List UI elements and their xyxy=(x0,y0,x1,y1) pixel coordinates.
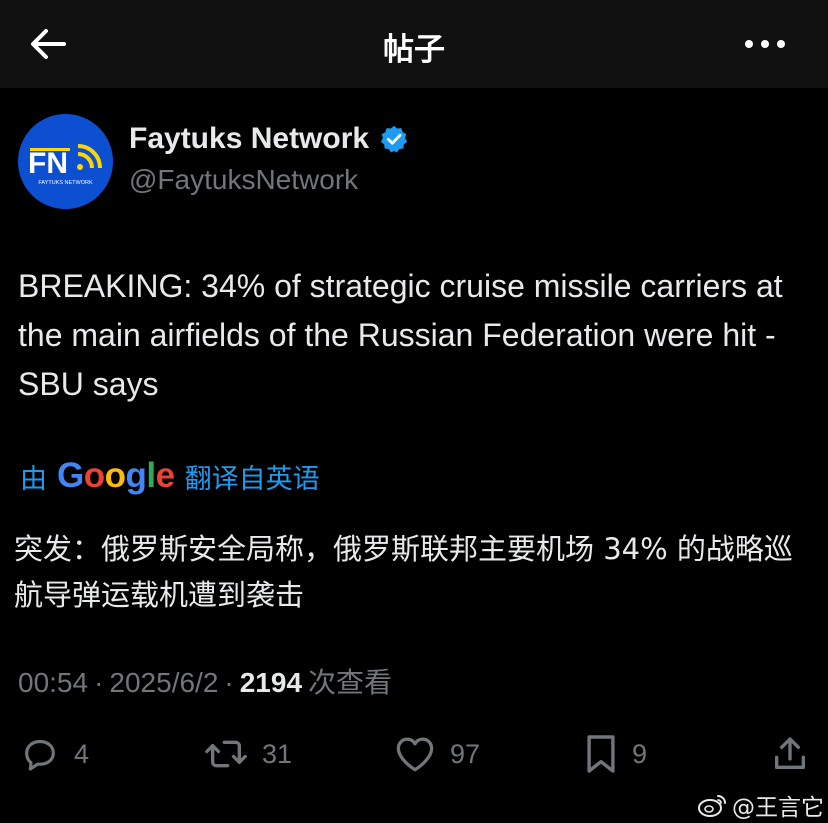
bookmark-icon xyxy=(587,735,615,773)
reply-count: 4 xyxy=(74,738,90,769)
views-count: 2194 xyxy=(239,667,303,698)
faytuks-logo-icon: FN FAYTUKS NETWORK xyxy=(18,114,113,209)
author-name[interactable]: Faytuks Network xyxy=(129,122,369,156)
avatar[interactable]: FN FAYTUKS NETWORK xyxy=(18,114,113,209)
bookmark-count: 9 xyxy=(632,738,648,769)
repost-button[interactable]: 31 xyxy=(204,733,292,775)
views-label: 次查看 xyxy=(308,666,393,699)
translated-text: 突发：俄罗斯安全局称，俄罗斯联邦主要机场 34% 的战略巡航导弹运载机遭到袭击 xyxy=(14,532,793,612)
author-handle[interactable]: @FaytuksNetwork xyxy=(129,164,358,196)
post-detail-screen: 帖子 FN FAYTUKS NETWORK Faytuks Network @F… xyxy=(0,0,828,823)
meta-separator: · xyxy=(94,667,104,698)
avatar-sub-text: FAYTUKS NETWORK xyxy=(38,180,93,186)
reply-button[interactable]: 4 xyxy=(20,733,89,775)
post-time[interactable]: 00:54 xyxy=(18,667,88,699)
page-title: 帖子 xyxy=(383,32,445,68)
bookmark-button[interactable]: 9 xyxy=(584,733,647,775)
like-button[interactable]: 97 xyxy=(394,733,480,775)
meta-separator-2: · xyxy=(224,667,234,698)
google-logo: Google xyxy=(57,456,175,495)
translate-suffix: 翻译自英语 xyxy=(184,463,320,495)
translate-prefix: 由 xyxy=(20,463,47,495)
translation-attribution[interactable]: 由 Google 翻译自英语 xyxy=(20,456,320,496)
watermark-text: @王言它 xyxy=(732,795,824,821)
share-button[interactable] xyxy=(770,733,810,775)
reply-icon xyxy=(25,739,55,771)
like-count: 97 xyxy=(450,738,481,769)
avatar-logo-text: FN xyxy=(28,147,68,180)
weibo-logo-icon xyxy=(698,795,726,817)
post-date[interactable]: 2025/6/2 xyxy=(109,667,218,699)
share-icon xyxy=(775,737,805,769)
repost-icon xyxy=(205,740,247,768)
verified-badge-icon xyxy=(380,125,408,153)
more-options-button[interactable] xyxy=(740,28,792,60)
post-meta: 00:54 · 2025/6/2 · 2194 次查看 xyxy=(18,661,392,701)
author-name-row[interactable]: Faytuks Network xyxy=(129,122,409,156)
repost-count: 31 xyxy=(262,738,293,769)
post-text: BREAKING: 34% of strategic cruise missil… xyxy=(18,268,783,402)
top-bar: 帖子 xyxy=(0,0,828,88)
more-dots-icon xyxy=(745,40,785,48)
heart-icon xyxy=(396,737,434,772)
weibo-watermark: @王言它 xyxy=(698,788,824,822)
